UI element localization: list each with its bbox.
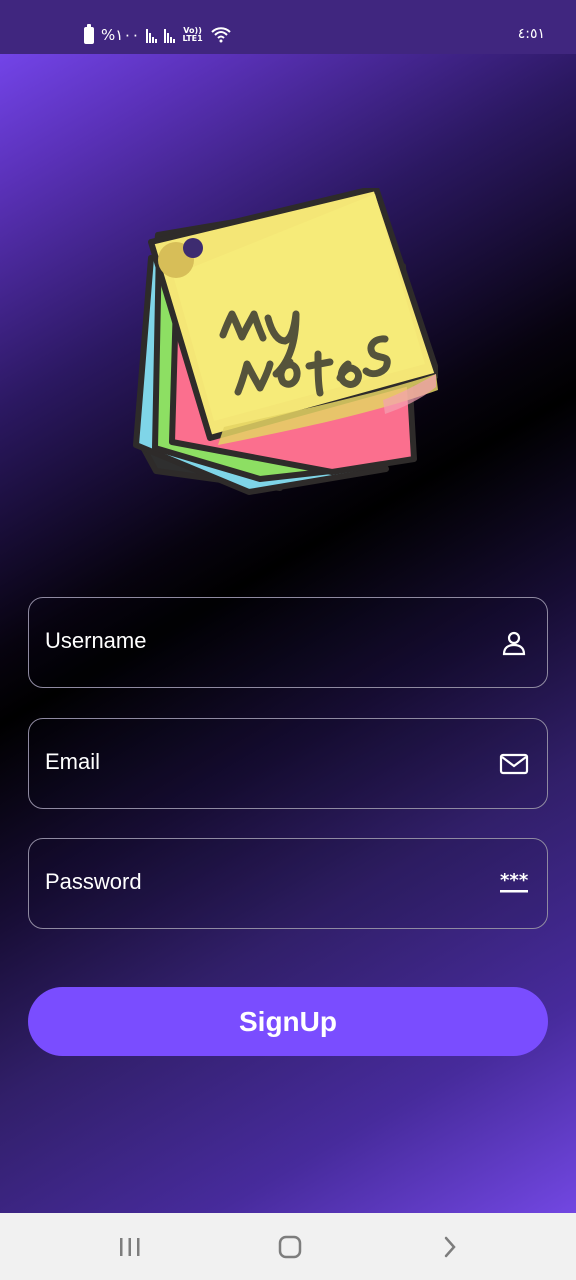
signal-icon-1 xyxy=(146,27,158,43)
username-label: Username xyxy=(45,628,147,653)
back-icon[interactable] xyxy=(440,1233,460,1261)
network-label-bottom: LTE1 xyxy=(182,34,203,43)
password-field[interactable]: Password *** xyxy=(28,838,548,929)
password-label: Password xyxy=(45,869,142,894)
signup-screen: Username Email Password *** SignUp xyxy=(0,54,576,1213)
person-icon xyxy=(502,631,526,656)
svg-text:***: *** xyxy=(500,871,529,891)
signal-icon-2 xyxy=(164,27,176,43)
home-icon[interactable] xyxy=(277,1233,303,1261)
email-field[interactable]: Email xyxy=(28,718,548,809)
network-label: Vo)) LTE1 xyxy=(182,27,202,43)
battery-icon xyxy=(84,23,94,44)
wifi-icon xyxy=(210,27,231,43)
my-notes-logo xyxy=(128,185,441,508)
status-bar: %١٠٠ Vo)) LTE1 ٤:٥١ xyxy=(0,0,576,54)
time: ٤:٥١ xyxy=(517,26,545,42)
system-navigation-bar xyxy=(0,1213,576,1280)
mail-icon xyxy=(499,753,529,775)
recent-apps-icon[interactable] xyxy=(118,1233,142,1261)
email-label: Email xyxy=(45,749,101,774)
password-dots-icon: *** xyxy=(500,871,529,893)
battery-percentage: %١٠٠ xyxy=(101,25,140,44)
status-left-group: %١٠٠ Vo)) LTE1 xyxy=(84,23,232,46)
username-field[interactable]: Username xyxy=(28,597,548,688)
signup-button[interactable]: SignUp xyxy=(28,987,548,1056)
sticky-notes-logo-image xyxy=(133,185,441,495)
